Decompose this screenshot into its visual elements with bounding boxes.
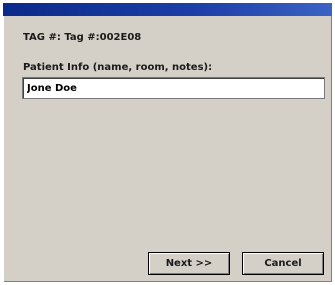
- dialog-window: TAG #: Tag #:002E08 Patient Info (name, …: [3, 3, 332, 282]
- next-button[interactable]: Next >>: [148, 252, 230, 275]
- tag-id-label: TAG #: Tag #:002E08: [23, 32, 142, 43]
- cancel-button[interactable]: Cancel: [242, 252, 324, 275]
- patient-info-label: Patient Info (name, room, notes):: [23, 62, 213, 73]
- title-bar[interactable]: [3, 3, 332, 16]
- patient-info-input[interactable]: [22, 77, 325, 99]
